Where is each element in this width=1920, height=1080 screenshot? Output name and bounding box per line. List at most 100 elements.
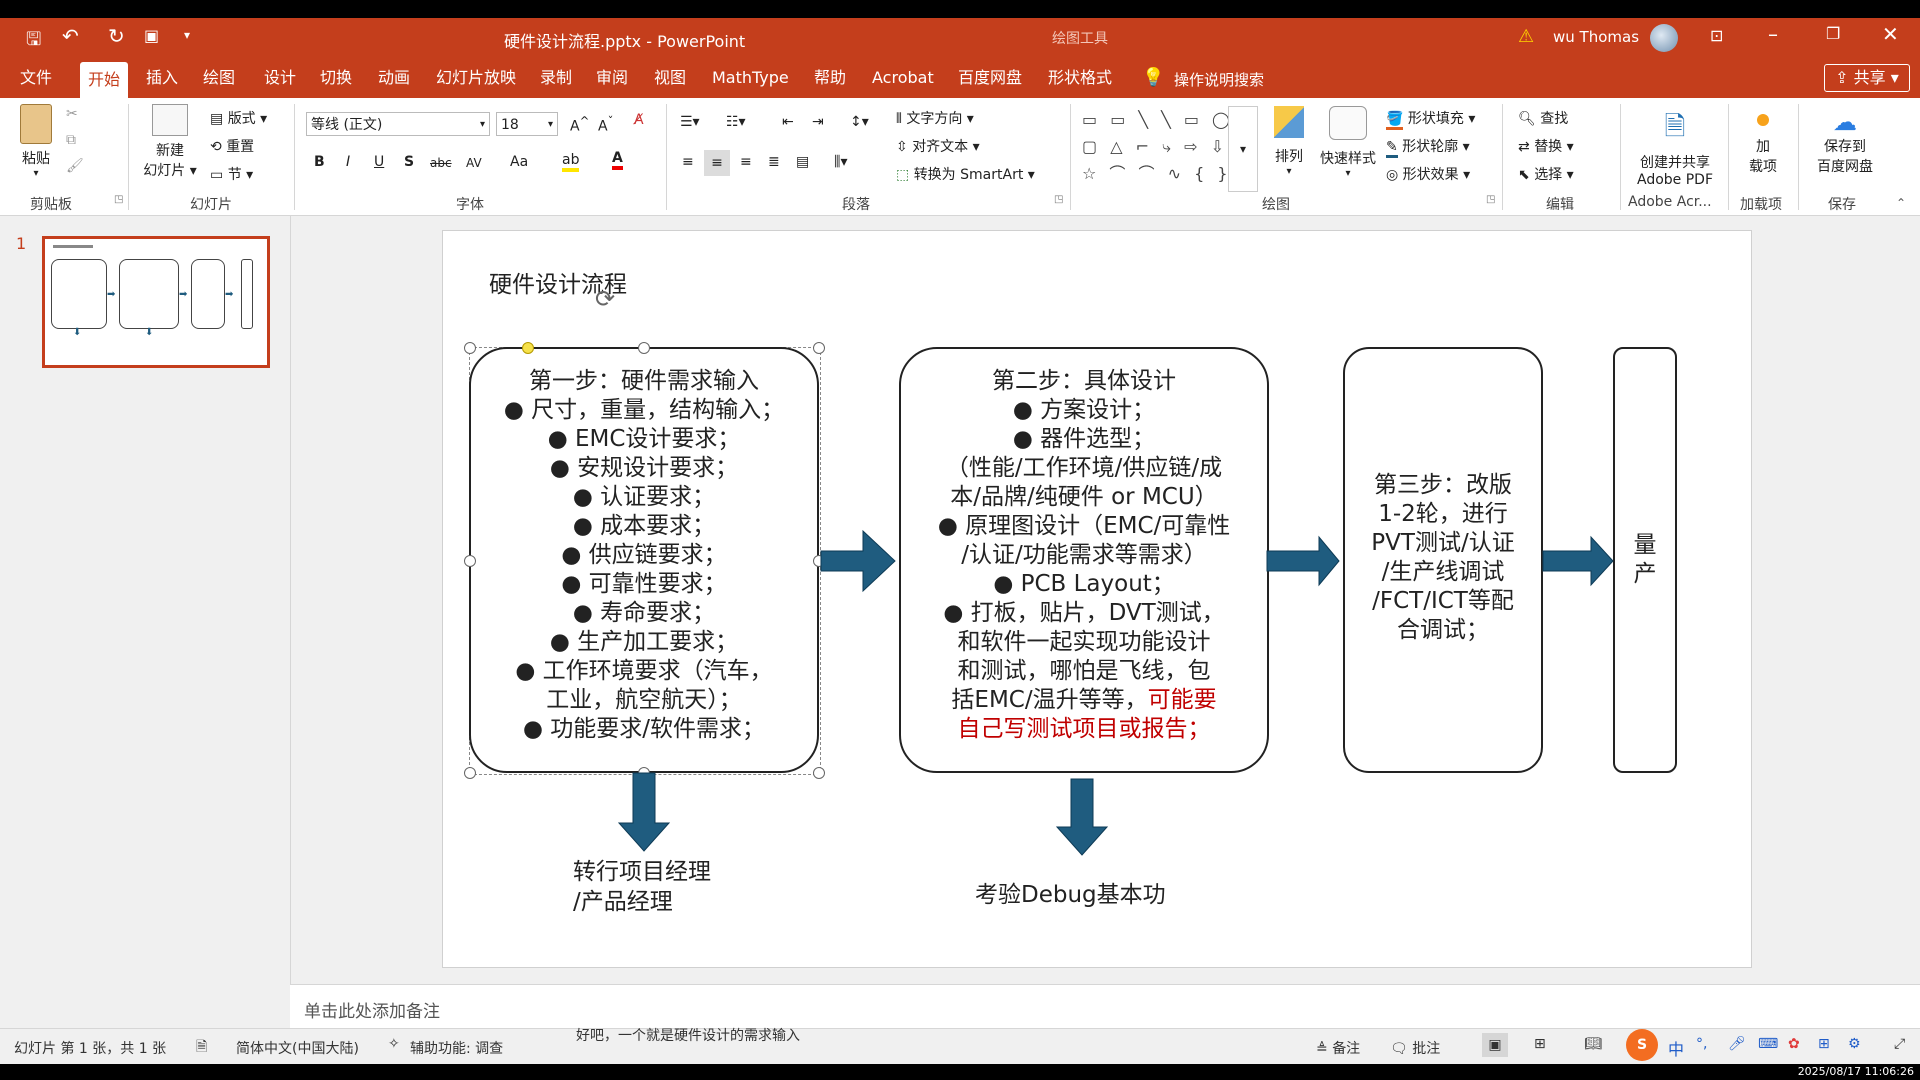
- decrease-indent-icon[interactable]: ⇤: [782, 114, 794, 130]
- tab-view[interactable]: 视图: [646, 58, 694, 98]
- dialog-launcher-icon[interactable]: ◳: [1054, 194, 1063, 205]
- find-button[interactable]: 🔍︎ 查找: [1518, 108, 1568, 128]
- present-icon[interactable]: ▣: [144, 26, 159, 45]
- tell-me-search[interactable]: 操作说明搜索: [1174, 69, 1264, 90]
- restore-icon[interactable]: ❐: [1826, 24, 1840, 43]
- columns-icon[interactable]: ⫼▾: [834, 154, 847, 170]
- tab-file[interactable]: 文件: [12, 58, 60, 98]
- replace-button[interactable]: ⇄ 替换 ▾: [1518, 136, 1574, 156]
- shape-fill-button[interactable]: 🪣 形状填充 ▾: [1386, 108, 1475, 130]
- slide-canvas[interactable]: 硬件设计流程 ⟳ 第一步：硬件需求输入 ● 尺寸，重量，结构输入； ● EMC设计要…: [442, 230, 1752, 968]
- settings-icon[interactable]: ⚙: [1848, 1036, 1861, 1052]
- tab-shape-format[interactable]: 形状格式: [1040, 58, 1120, 98]
- reading-view-icon[interactable]: 📖︎: [1584, 1036, 1602, 1052]
- accessibility-icon[interactable]: ✧: [388, 1036, 400, 1052]
- bullets-icon[interactable]: ☰▾: [680, 114, 700, 130]
- tab-transitions[interactable]: 切换: [312, 58, 360, 98]
- select-button[interactable]: ⬉ 选择 ▾: [1518, 164, 1574, 184]
- tab-mathtype[interactable]: MathType: [704, 58, 797, 98]
- align-right-icon[interactable]: ≡: [740, 154, 752, 170]
- normal-view-icon[interactable]: ▣: [1482, 1033, 1508, 1057]
- avatar[interactable]: [1650, 24, 1678, 52]
- collapse-ribbon-icon[interactable]: ⌃: [1896, 196, 1906, 210]
- slide-thumbnail[interactable]: ➡ ➡ ➡ ⬇ ⬇: [42, 236, 270, 368]
- section-button[interactable]: ▭ 节 ▾: [210, 164, 253, 184]
- sorter-view-icon[interactable]: ⊞: [1534, 1036, 1546, 1052]
- create-pdf-button[interactable]: 🗎 创建并共享 Adobe PDF: [1630, 108, 1720, 188]
- shadow-button[interactable]: S: [404, 154, 414, 170]
- comments-toggle[interactable]: 🗨 批注: [1390, 1038, 1440, 1058]
- undo-icon[interactable]: ↶: [62, 24, 79, 48]
- increase-indent-icon[interactable]: ⇥: [812, 114, 824, 130]
- font-size-select[interactable]: 18 ▾: [496, 112, 558, 136]
- ribbon-display-icon[interactable]: ⊡: [1710, 26, 1723, 45]
- new-slide-button[interactable]: 新建 幻灯片 ▾: [140, 104, 200, 180]
- tab-draw[interactable]: 绘图: [195, 58, 243, 98]
- line-spacing-icon[interactable]: ↕▾: [850, 114, 869, 130]
- cut-icon[interactable]: ✂: [66, 106, 78, 122]
- notes-toggle[interactable]: ≜ 备注: [1316, 1038, 1360, 1058]
- align-left-icon[interactable]: ≡: [682, 154, 694, 170]
- language-status[interactable]: 简体中文(中国大陆): [236, 1038, 359, 1058]
- mic-icon[interactable]: 🎤︎: [1728, 1036, 1746, 1052]
- addins-button[interactable]: 加 载项: [1738, 108, 1788, 176]
- tab-animations[interactable]: 动画: [370, 58, 418, 98]
- below-step1-text[interactable]: 转行项目经理 /产品经理: [573, 857, 711, 917]
- below-step2-text[interactable]: 考验Debug基本功: [975, 875, 1166, 909]
- reset-button[interactable]: ⟲ 重置: [210, 136, 254, 156]
- justify-icon[interactable]: ≣: [768, 154, 780, 170]
- notes-placeholder[interactable]: 单击此处添加备注: [304, 997, 440, 1022]
- spellcheck-icon[interactable]: 🗎: [196, 1036, 207, 1060]
- tab-baidu[interactable]: 百度网盘: [950, 58, 1030, 98]
- distributed-icon[interactable]: ▤: [796, 154, 809, 170]
- close-icon[interactable]: ✕: [1882, 22, 1899, 46]
- tab-acrobat[interactable]: Acrobat: [864, 58, 942, 98]
- italic-button[interactable]: I: [346, 154, 350, 170]
- qat-customize-icon[interactable]: ▾: [184, 28, 190, 42]
- numbering-icon[interactable]: ☷▾: [726, 114, 746, 130]
- align-center-icon[interactable]: ≡: [704, 150, 730, 176]
- copy-icon[interactable]: ⧉: [66, 132, 76, 148]
- smartart-button[interactable]: ⬚ 转换为 SmartArt ▾: [896, 164, 1035, 184]
- align-text-button[interactable]: ⇳ 对齐文本 ▾: [896, 136, 980, 156]
- layout-button[interactable]: ▤ 版式 ▾: [210, 108, 267, 128]
- user-name[interactable]: wu Thomas: [1553, 28, 1639, 46]
- warning-icon[interactable]: ⚠: [1518, 26, 1534, 47]
- font-color-icon[interactable]: A: [612, 150, 623, 170]
- ime-sogou-icon[interactable]: S: [1626, 1029, 1658, 1061]
- text-direction-button[interactable]: ⫴ 文字方向 ▾: [896, 108, 974, 128]
- toolbox-icon[interactable]: ⊞: [1818, 1036, 1830, 1052]
- char-spacing-button[interactable]: AV: [466, 156, 482, 170]
- strikethrough-button[interactable]: abc: [430, 156, 452, 170]
- save-to-baidu-button[interactable]: ☁ 保存到 百度网盘: [1810, 108, 1880, 176]
- keyboard-icon[interactable]: ⌨: [1758, 1036, 1778, 1052]
- redo-icon[interactable]: ↻: [108, 24, 125, 48]
- format-painter-icon[interactable]: 🖌: [66, 158, 84, 174]
- ime-mode[interactable]: 中: [1668, 1036, 1684, 1060]
- dialog-launcher-icon[interactable]: ◳: [114, 194, 123, 205]
- font-name-select[interactable]: 等线 (正文) ▾: [306, 112, 490, 136]
- arrange-button[interactable]: 排列 ▾: [1268, 106, 1310, 177]
- skin-icon[interactable]: ✿: [1788, 1036, 1800, 1052]
- grow-font-icon[interactable]: A^: [570, 114, 589, 135]
- quick-styles-button[interactable]: 快速样式 ▾: [1318, 106, 1378, 179]
- underline-button[interactable]: U: [374, 154, 384, 170]
- accessibility-status[interactable]: 辅助功能: 调查: [410, 1038, 503, 1058]
- clear-format-icon[interactable]: A̸: [634, 112, 644, 128]
- dialog-launcher-icon[interactable]: ◳: [1486, 194, 1495, 205]
- tab-slideshow[interactable]: 幻灯片放映: [428, 58, 524, 98]
- shapes-gallery[interactable]: ▭ ▭ ╲ ╲ ▭ ◯ ▢ △ ⌐ ⤷ ⇨ ⇩ ☆ ⌒ ⌒ ∿ { }: [1082, 106, 1250, 190]
- tab-help[interactable]: 帮助: [806, 58, 854, 98]
- shapes-more-button[interactable]: ▾: [1228, 106, 1258, 192]
- punct-icon[interactable]: °,: [1696, 1036, 1707, 1052]
- tab-design[interactable]: 设计: [256, 58, 304, 98]
- tab-review[interactable]: 审阅: [588, 58, 636, 98]
- highlight-icon[interactable]: ab: [562, 152, 580, 172]
- tab-record[interactable]: 录制: [532, 58, 580, 98]
- change-case-button[interactable]: Aa: [510, 154, 528, 170]
- shape-effects-button[interactable]: ◎ 形状效果 ▾: [1386, 164, 1470, 184]
- bold-button[interactable]: B: [314, 154, 325, 170]
- paste-button[interactable]: 粘贴 ▾: [18, 104, 54, 179]
- shape-outline-button[interactable]: ✎ 形状轮廓 ▾: [1386, 136, 1470, 158]
- share-button[interactable]: ⇪ 共享 ▾: [1824, 64, 1910, 92]
